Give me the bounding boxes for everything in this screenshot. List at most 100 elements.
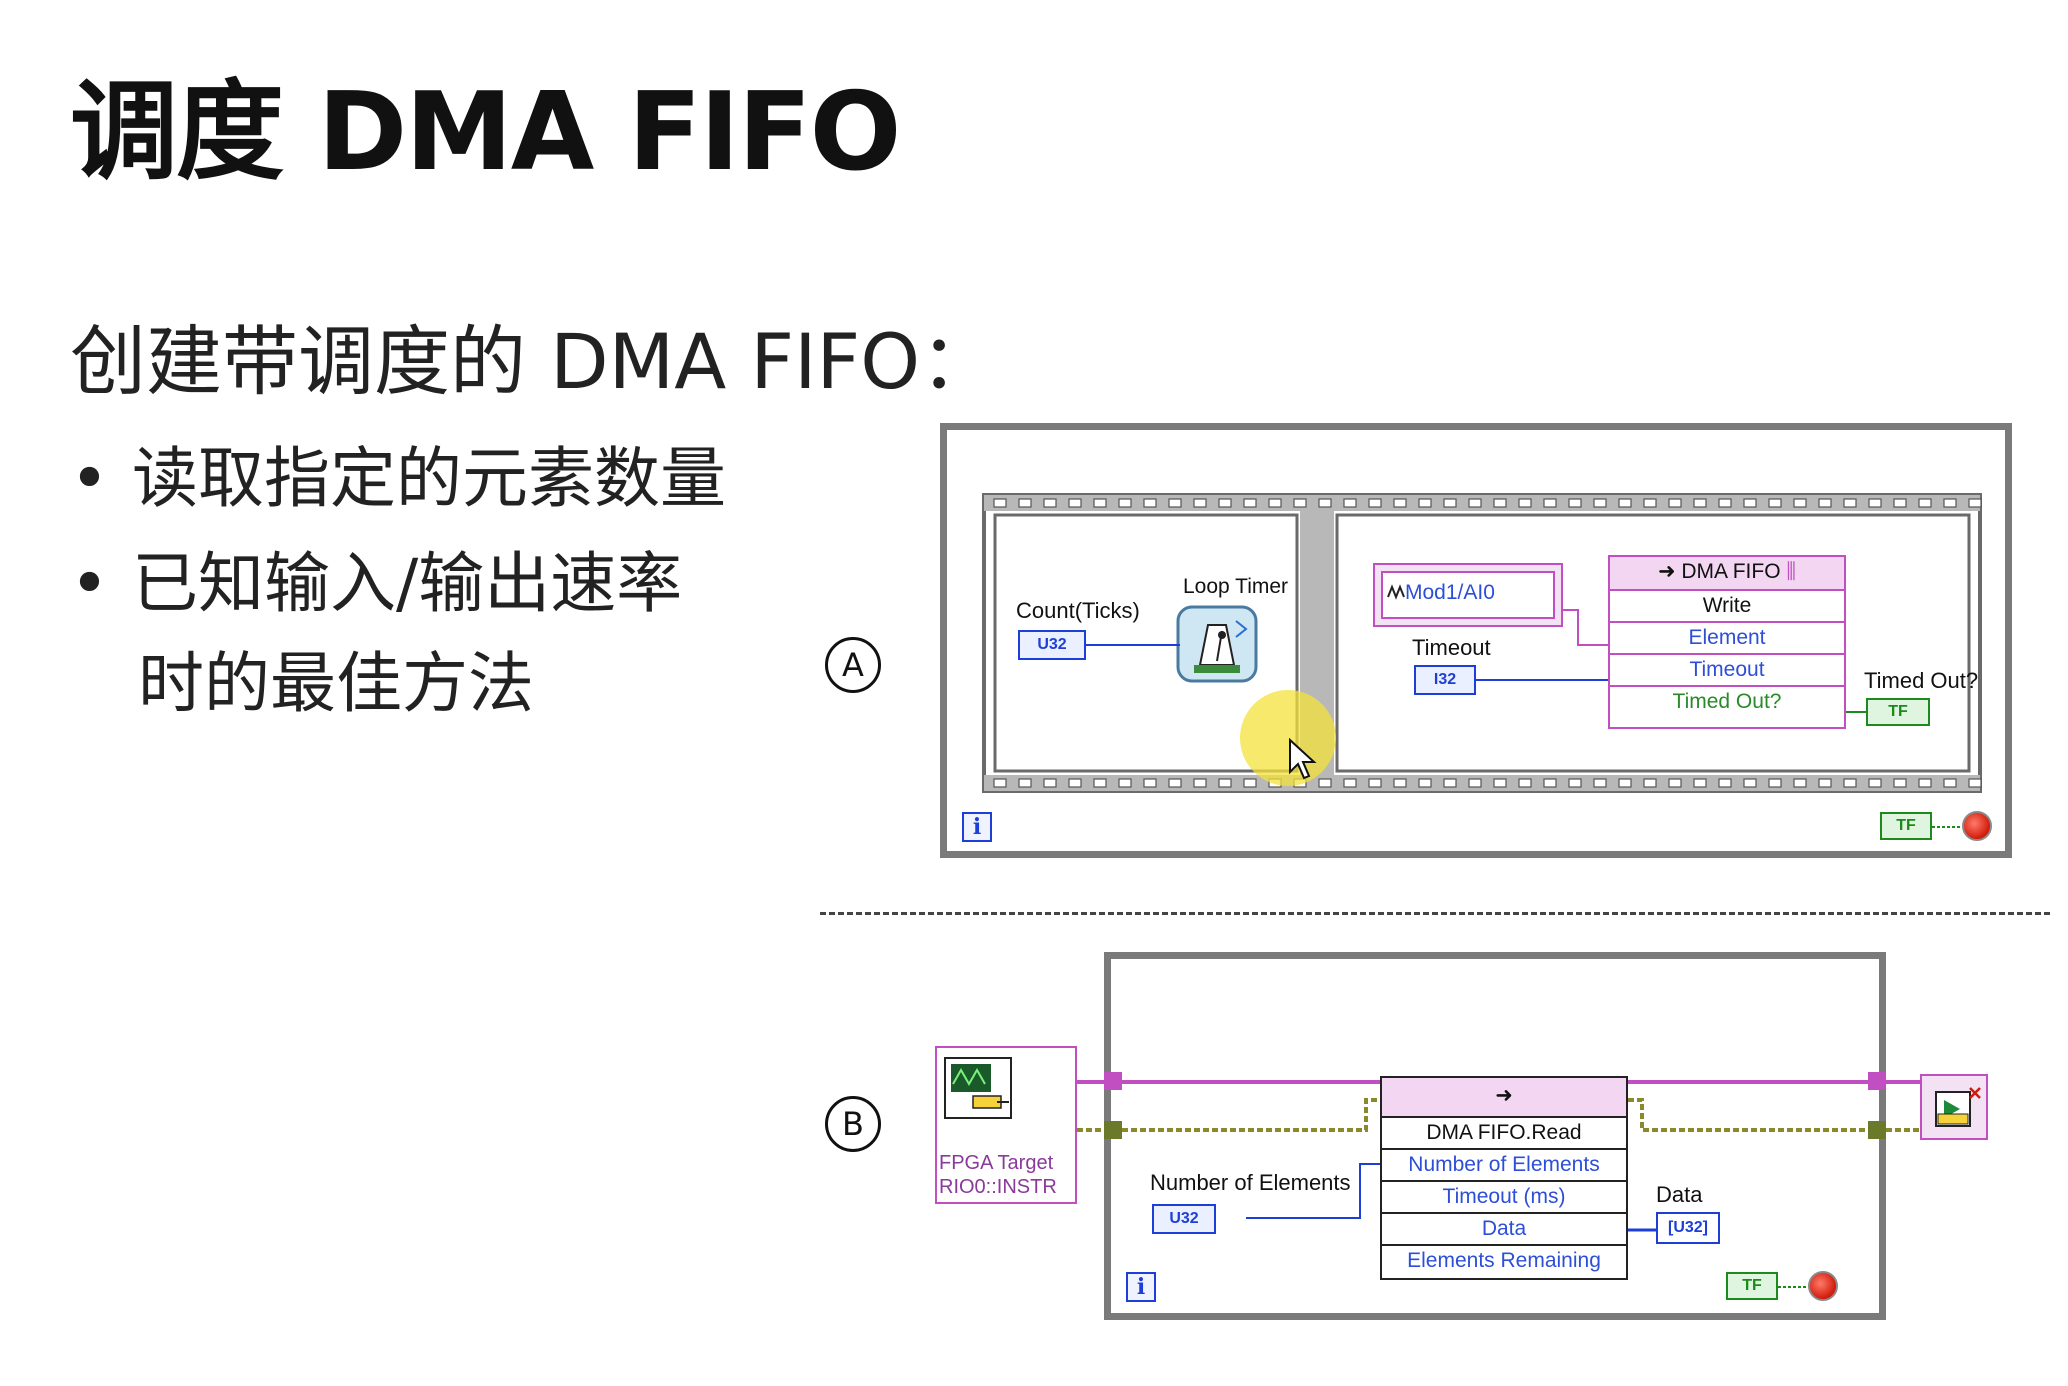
stop-wire-a <box>1932 826 1962 828</box>
fpga-target-ref[interactable]: FPGA Target RIO0::INSTR <box>935 1046 1077 1204</box>
film-perforation <box>1568 498 1582 508</box>
fifo-row-element[interactable]: Element <box>1610 621 1844 653</box>
film-perforation <box>1668 778 1682 788</box>
film-perforation <box>1868 778 1882 788</box>
film-perforation <box>1143 498 1157 508</box>
bullet-text: 已知输入/输出速率 <box>132 545 683 622</box>
film-perforation <box>1218 778 1232 788</box>
film-perforation <box>1518 778 1532 788</box>
fifo-read-row-timeout[interactable]: Timeout (ms) <box>1382 1180 1626 1212</box>
fifo-read-row-number-of-elements[interactable]: Number of Elements <box>1382 1148 1626 1180</box>
count-ticks-constant[interactable]: U32 <box>1018 630 1086 660</box>
film-perforation <box>1443 498 1457 508</box>
fifo-read-title: DMA FIFO.Read <box>1382 1116 1626 1148</box>
film-perforation <box>1718 498 1732 508</box>
film-perforation <box>1068 778 1082 788</box>
film-perforation <box>1818 498 1832 508</box>
film-perforation <box>1493 778 1507 788</box>
film-perforation <box>1843 778 1857 788</box>
bullet-item: • 读取指定的元素数量 <box>70 425 726 521</box>
film-perforation <box>1618 778 1632 788</box>
film-perforation <box>1968 498 1982 508</box>
film-perforation <box>1168 778 1182 788</box>
film-perforation <box>1818 778 1832 788</box>
film-perforation <box>1093 778 1107 788</box>
bullet-dot: • <box>70 545 109 622</box>
film-perforation <box>1768 778 1782 788</box>
section-divider <box>820 912 2050 915</box>
film-perforation <box>1218 498 1232 508</box>
loop-timer-label: Loop Timer <box>1183 575 1289 598</box>
number-of-elements-label: Number of Elements <box>1150 1170 1351 1195</box>
fifo-read-row-data[interactable]: Data <box>1382 1212 1626 1244</box>
film-perforation <box>1468 778 1482 788</box>
dma-fifo-write-node[interactable]: ➜ DMA FIFO ⫼ Write Element Timeout Timed… <box>1608 555 1846 729</box>
bullet-continuation: 时的最佳方法 <box>138 645 534 722</box>
marker-a: A <box>825 637 881 693</box>
number-of-elements-constant[interactable]: U32 <box>1152 1204 1216 1234</box>
film-perforation <box>1018 498 1032 508</box>
film-perforation <box>1368 498 1382 508</box>
film-perforation <box>993 498 1007 508</box>
film-perforation <box>1268 498 1282 508</box>
film-perforation <box>1168 498 1182 508</box>
film-perforation <box>1293 498 1307 508</box>
film-perforation <box>1518 498 1532 508</box>
fifo-row-timed-out[interactable]: Timed Out? <box>1610 685 1844 717</box>
film-perforation <box>1243 498 1257 508</box>
film-perforation <box>1943 778 1957 788</box>
close-fpga-reference[interactable] <box>1920 1074 1988 1140</box>
film-perforation <box>1968 778 1982 788</box>
fifo-row-timeout[interactable]: Timeout <box>1610 653 1844 685</box>
film-perforation <box>1018 778 1032 788</box>
data-indicator[interactable]: [U32] <box>1656 1212 1720 1244</box>
timed-out-label: Timed Out? <box>1864 668 1979 693</box>
film-perforation <box>1393 778 1407 788</box>
film-perforation <box>1493 498 1507 508</box>
timeout-constant[interactable]: I32 <box>1414 665 1476 695</box>
film-perforation <box>1668 498 1682 508</box>
film-perforation <box>1143 778 1157 788</box>
close-reference-icon <box>1935 1087 1981 1127</box>
arrow-icon: ➜ <box>1495 1084 1513 1107</box>
fifo-header: ➜ DMA FIFO ⫼ <box>1610 557 1844 589</box>
film-perforation <box>1118 498 1132 508</box>
film-perforation <box>1893 498 1907 508</box>
film-perforation <box>1793 498 1807 508</box>
film-perforation <box>1593 498 1607 508</box>
fpga-io-node[interactable]: Mod1/AI0 <box>1373 563 1563 627</box>
film-perforation <box>1318 778 1332 788</box>
stop-button-icon[interactable] <box>1962 811 1992 841</box>
stop-wire-b <box>1778 1286 1808 1288</box>
film-perforation <box>1193 498 1207 508</box>
timed-out-indicator[interactable]: TF <box>1866 698 1930 726</box>
slide-title: 调度 DMA FIFO <box>70 70 901 195</box>
film-perforation <box>1693 498 1707 508</box>
film-perforation <box>1318 498 1332 508</box>
arrow-icon: ➜ <box>1657 560 1682 583</box>
film-perforation <box>1718 778 1732 788</box>
stop-condition-tf-a[interactable]: TF <box>1880 812 1932 840</box>
film-perforation <box>993 778 1007 788</box>
fifo-read-row-elements-remaining[interactable]: Elements Remaining <box>1382 1244 1626 1276</box>
film-perforation <box>1093 498 1107 508</box>
film-perforation <box>1693 778 1707 788</box>
film-perforation <box>1893 778 1907 788</box>
film-perforation <box>1418 778 1432 788</box>
film-perforation <box>1343 778 1357 788</box>
bullet-item: • 已知输入/输出速率 <box>70 530 682 626</box>
film-perforation <box>1568 778 1582 788</box>
loop-timer-icon[interactable] <box>1176 605 1258 683</box>
film-perforation <box>1243 778 1257 788</box>
stop-condition-tf-b[interactable]: TF <box>1726 1272 1778 1300</box>
fifo-icon: ⫼ <box>1780 560 1797 583</box>
stop-button-icon[interactable] <box>1808 1271 1838 1301</box>
film-perforation <box>1393 498 1407 508</box>
fpga-resource-label: RIO0::INSTR <box>939 1176 1057 1198</box>
fpga-target-icon <box>944 1057 1012 1119</box>
film-perforation <box>1068 498 1082 508</box>
fifo-read-header: ➜ <box>1382 1078 1626 1116</box>
film-perforation <box>1793 778 1807 788</box>
film-perforation <box>1443 778 1457 788</box>
dma-fifo-read-node[interactable]: ➜ DMA FIFO.Read Number of Elements Timeo… <box>1380 1076 1628 1280</box>
